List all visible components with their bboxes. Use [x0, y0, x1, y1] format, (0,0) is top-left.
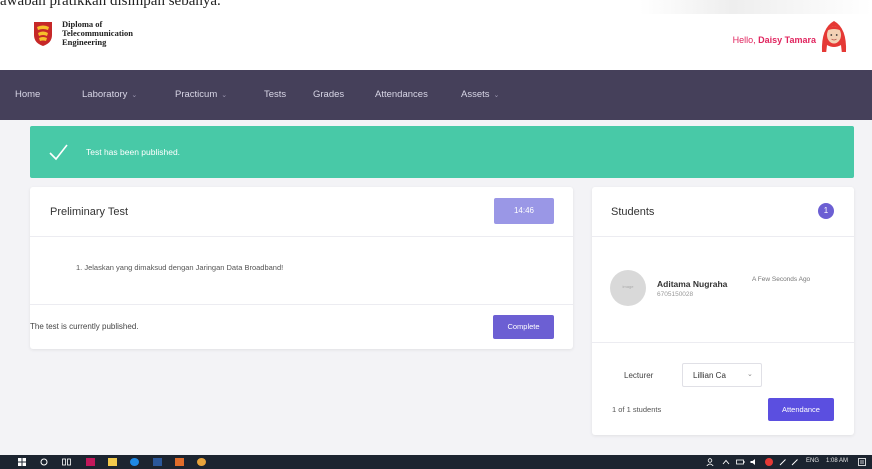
test-timer: 14:46 — [494, 198, 554, 224]
divider — [592, 342, 854, 343]
windows-start-icon[interactable] — [18, 458, 26, 466]
search-icon[interactable] — [40, 458, 48, 466]
user-avatar[interactable] — [819, 18, 849, 54]
app-header: Diploma of Telecommunication Engineering… — [0, 14, 872, 70]
student-id: 6705150028 — [657, 291, 694, 298]
user-name: Daisy Tamara — [758, 35, 816, 45]
chevron-up-icon[interactable] — [722, 458, 730, 466]
previous-page-text: awabah pratikkan disimpan sebanya. — [0, 0, 221, 9]
file-explorer-icon[interactable] — [108, 458, 117, 466]
word-app-icon[interactable] — [153, 458, 162, 466]
chevron-down-icon: ⌄ — [747, 371, 753, 378]
students-title: Students — [611, 206, 655, 218]
battery-icon[interactable] — [736, 458, 745, 466]
language-indicator[interactable]: ENG — [806, 458, 819, 464]
student-avatar: image — [610, 270, 646, 306]
alert-message: Test has been published. — [86, 147, 181, 157]
checkmark-icon — [49, 144, 68, 161]
pen-icon[interactable] — [791, 458, 799, 466]
test-status: The test is currently published. — [30, 322, 139, 331]
success-alert: Test has been published. — [30, 126, 854, 178]
test-card: Preliminary Test 14:46 1. Jelaskan yang … — [30, 187, 573, 349]
pen-icon[interactable] — [779, 458, 787, 466]
people-icon[interactable] — [706, 458, 714, 466]
divider — [30, 236, 573, 237]
chevron-down-icon: ⌄ — [493, 92, 500, 99]
test-question: 1. Jelaskan yang dimaksud dengan Jaringa… — [76, 263, 284, 272]
powerpoint-app-icon[interactable] — [86, 458, 95, 466]
brand-name[interactable]: Diploma of Telecommunication Engineering — [62, 20, 133, 47]
main-navbar: Home Laboratory ⌄ Practicum ⌄ Tests Grades… — [0, 70, 872, 120]
office-app-icon[interactable] — [175, 458, 184, 466]
nav-item-laboratory[interactable]: Laboratory ⌄ — [82, 89, 137, 100]
app-tray-icon[interactable] — [765, 458, 773, 466]
nav-item-assets[interactable]: Assets ⌄ — [461, 89, 499, 100]
student-name: Aditama Nugraha — [657, 279, 728, 289]
university-logo-icon[interactable] — [33, 21, 53, 47]
students-count-text: 1 of 1 students — [612, 405, 662, 414]
nav-item-attendances[interactable]: Attendances — [375, 89, 428, 100]
user-greeting[interactable]: Hello, Daisy Tamara — [733, 35, 816, 45]
students-card: Students 1 image Aditama Nugraha 6705150… — [592, 187, 854, 435]
task-view-icon[interactable] — [62, 458, 71, 466]
nav-item-tests[interactable]: Tests — [264, 89, 286, 100]
browser-app-icon[interactable] — [130, 458, 139, 466]
student-submitted-time: A Few Seconds Ago — [752, 276, 811, 283]
nav-item-home[interactable]: Home — [15, 89, 40, 100]
chevron-down-icon: ⌄ — [131, 92, 138, 99]
clock[interactable]: 1:08 AM — [826, 458, 848, 464]
chrome-app-icon[interactable] — [197, 458, 206, 466]
notification-icon[interactable] — [858, 458, 866, 466]
divider — [592, 236, 854, 237]
chevron-down-icon: ⌄ — [221, 92, 228, 99]
windows-taskbar: ENG 1:08 AM — [0, 455, 872, 469]
nav-item-grades[interactable]: Grades — [313, 89, 344, 100]
lecturer-select[interactable]: Lillian Ca ⌄ — [682, 363, 762, 387]
students-count-badge: 1 — [818, 203, 834, 219]
attendance-button[interactable]: Attendance — [768, 398, 834, 421]
volume-icon[interactable] — [750, 458, 759, 466]
lecturer-label: Lecturer — [624, 371, 654, 380]
previous-page-fragment: awabah pratikkan disimpan sebanya. — [0, 0, 872, 14]
divider — [30, 304, 573, 305]
complete-button[interactable]: Complete — [493, 315, 554, 339]
test-title: Preliminary Test — [50, 206, 129, 218]
lecturer-select-value: Lillian Ca — [693, 371, 726, 380]
nav-item-practicum[interactable]: Practicum ⌄ — [175, 89, 227, 100]
